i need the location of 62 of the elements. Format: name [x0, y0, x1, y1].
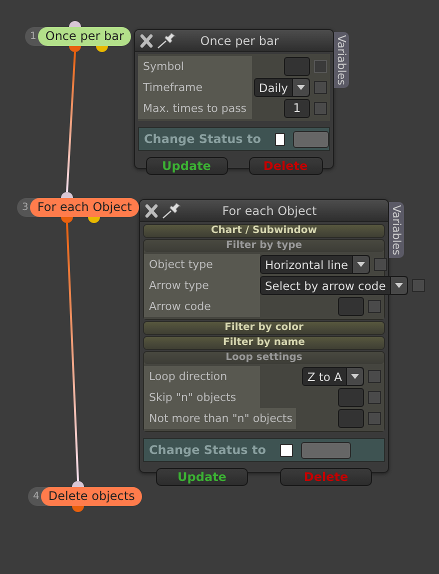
field-label: Arrow code — [144, 296, 260, 317]
status-field[interactable] — [300, 442, 351, 458]
input-field[interactable] — [338, 297, 364, 316]
checkbox[interactable] — [314, 102, 327, 115]
output-port[interactable] — [88, 217, 100, 223]
field-label: Object type — [144, 254, 260, 275]
output-port[interactable] — [61, 217, 73, 223]
status-field[interactable] — [292, 130, 329, 148]
checkbox[interactable] — [314, 81, 327, 94]
section-header[interactable]: Filter by type — [144, 240, 384, 252]
input-field[interactable] — [338, 388, 364, 407]
output-port[interactable] — [96, 46, 108, 52]
caret-icon — [390, 277, 407, 294]
input-port[interactable] — [69, 21, 81, 27]
section-header[interactable]: Chart / Subwindow — [144, 225, 384, 237]
field-label: Arrow type — [144, 275, 260, 296]
output-port[interactable] — [69, 46, 81, 52]
input-field[interactable]: 1 — [284, 99, 310, 118]
checkbox[interactable] — [374, 258, 388, 271]
input-field[interactable] — [284, 57, 310, 76]
node-label[interactable]: Delete objects — [41, 487, 142, 506]
input-port[interactable] — [61, 192, 73, 198]
node-label[interactable]: Once per bar — [38, 27, 131, 46]
variables-tab[interactable]: Variables — [334, 32, 349, 88]
status-label: Change Status to — [149, 443, 266, 457]
checkbox[interactable] — [368, 412, 381, 425]
variables-tab[interactable]: Variables — [389, 202, 404, 258]
section-header[interactable]: Filter by name — [144, 337, 384, 349]
panel-title: For each Object — [221, 204, 318, 218]
caret-icon — [346, 368, 363, 385]
dropdown[interactable]: Select by arrow code — [260, 276, 408, 295]
field-label: Skip "n" objects — [144, 387, 260, 408]
output-port[interactable] — [72, 506, 84, 512]
input-field[interactable] — [338, 409, 364, 428]
update-button[interactable]: Update — [156, 468, 248, 486]
field-label: Timeframe — [138, 77, 252, 98]
field-label: Loop direction — [144, 366, 260, 387]
caret-icon — [352, 256, 370, 273]
section-header[interactable]: Loop settings — [144, 352, 384, 364]
update-button[interactable]: Update — [146, 157, 228, 175]
field-label: Not more than "n" objects — [144, 408, 296, 429]
checkbox[interactable] — [368, 300, 381, 313]
checkbox[interactable] — [280, 444, 293, 456]
status-label: Change Status to — [144, 132, 261, 146]
checkbox[interactable] — [368, 370, 381, 383]
pin-icon[interactable] — [162, 202, 182, 218]
node-label[interactable]: For each Object — [30, 198, 139, 217]
field-label: Max. times to pass — [138, 98, 252, 119]
checkbox[interactable] — [274, 132, 285, 146]
close-icon[interactable] — [139, 34, 154, 48]
dropdown[interactable]: Horizontal line — [260, 255, 370, 274]
section-header[interactable]: Filter by color — [144, 322, 384, 334]
field-label: Symbol — [138, 56, 252, 77]
input-port[interactable] — [72, 481, 84, 487]
close-icon[interactable] — [144, 204, 159, 218]
checkbox[interactable] — [368, 391, 381, 404]
checkbox[interactable] — [412, 279, 425, 292]
panel-title: Once per bar — [199, 34, 280, 48]
dropdown[interactable]: Daily — [254, 78, 310, 97]
caret-icon — [292, 79, 309, 96]
pin-icon[interactable] — [157, 32, 177, 48]
dropdown[interactable]: Z to A — [302, 367, 364, 386]
